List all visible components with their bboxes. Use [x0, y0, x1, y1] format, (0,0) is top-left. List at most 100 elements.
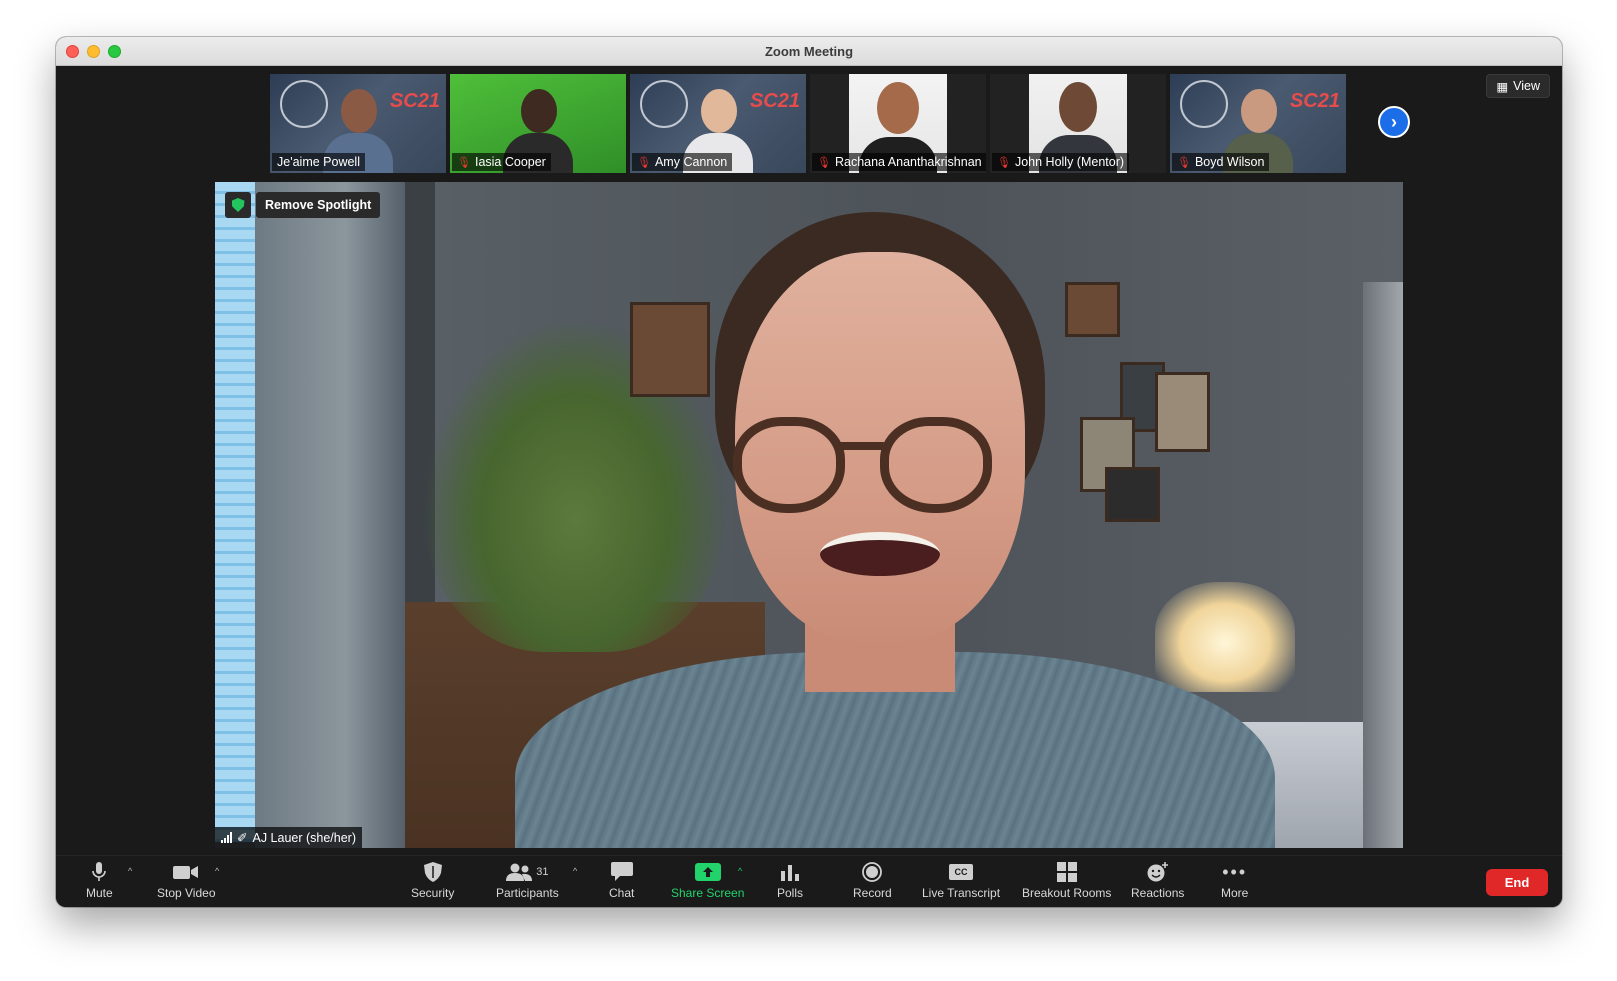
participant-name: John Holly (Mentor) [1014, 155, 1125, 169]
grid-view-icon: ▦ [1496, 79, 1509, 94]
more-button[interactable]: ••• More [1221, 861, 1249, 901]
speaker-mouth [820, 532, 940, 576]
video-lamp [1155, 582, 1295, 692]
video-doorframe [1363, 282, 1403, 848]
participant-name: Boyd Wilson [1194, 155, 1265, 169]
view-button[interactable]: ▦ View [1486, 74, 1550, 98]
security-label: Security [411, 886, 455, 900]
microphone-icon [92, 862, 107, 882]
stop-video-label: Stop Video [157, 886, 216, 900]
breakout-rooms-label: Breakout Rooms [1022, 886, 1112, 900]
speaker-glasses [733, 417, 845, 513]
share-options-caret[interactable]: ^ [738, 866, 742, 876]
hackathon-logo [640, 80, 688, 128]
sc21-logo: SC21 [1289, 90, 1340, 112]
video-options-caret[interactable]: ^ [215, 866, 219, 876]
video-wall-frame [630, 302, 710, 397]
participant-tile[interactable]: SC21 Je'aime Powell [270, 74, 446, 173]
gallery-strip: SC21 Je'aime Powell 🎙︎ Iasia Cooper SC21… [270, 74, 1346, 173]
video-cabinet [255, 182, 405, 848]
participants-icon: 31 [506, 862, 548, 882]
hackathon-logo [1180, 80, 1228, 128]
participants-count: 31 [536, 866, 549, 878]
spotlight-speaker-name: AJ Lauer (she/her) [252, 830, 357, 845]
share-screen-button[interactable]: Share Screen [671, 862, 744, 900]
muted-mic-icon: 🎙︎ [817, 156, 831, 169]
participant-tile[interactable]: SC21 🎙︎ Boyd Wilson [1170, 74, 1346, 173]
record-label: Record [853, 886, 892, 900]
participant-name-tag: 🎙︎ Rachana Ananthakrishnan [812, 153, 986, 171]
sc21-logo: SC21 [749, 90, 800, 112]
meeting-stage: SC21 Je'aime Powell 🎙︎ Iasia Cooper SC21… [56, 66, 1562, 855]
muted-mic-icon: 🎙︎ [457, 156, 471, 169]
mute-label: Mute [86, 886, 113, 900]
participant-tile[interactable]: 🎙︎ Rachana Ananthakrishnan [810, 74, 986, 173]
more-label: More [1221, 886, 1249, 900]
window-title: Zoom Meeting [764, 43, 854, 59]
participants-options-caret[interactable]: ^ [573, 866, 577, 876]
participant-name: Amy Cannon [654, 155, 728, 169]
close-window-button[interactable] [66, 45, 79, 58]
video-wall-frame [1065, 282, 1120, 337]
muted-mic-icon: 🎙︎ [1177, 156, 1191, 169]
participant-tile[interactable]: 🎙︎ John Holly (Mentor) [990, 74, 1166, 173]
video-wall-frame [1155, 372, 1210, 452]
participant-name: Rachana Ananthakrishnan [834, 155, 982, 169]
speaker-glasses [880, 417, 992, 513]
chat-label: Chat [609, 886, 635, 900]
participant-name-tag: 🎙︎ Amy Cannon [632, 153, 733, 171]
cc-icon-text: CC [949, 864, 974, 880]
reactions-button[interactable]: Reactions [1131, 862, 1184, 900]
participants-label: Participants [496, 886, 559, 900]
end-meeting-button[interactable]: End [1486, 869, 1548, 896]
chat-bubble-icon [610, 862, 633, 882]
participant-name-tag: 🎙︎ John Holly (Mentor) [992, 153, 1130, 171]
breakout-rooms-icon [1056, 862, 1077, 882]
spotlight-video: Remove Spotlight ✐ AJ Lauer (she/her) [215, 182, 1403, 848]
title-bar: Zoom Meeting [56, 37, 1562, 66]
participants-button[interactable]: 31 Participants [496, 862, 559, 900]
next-page-button[interactable]: › [1378, 106, 1410, 138]
shield-icon [423, 862, 442, 882]
security-button[interactable]: Security [411, 862, 454, 900]
minimize-window-button[interactable] [87, 45, 100, 58]
breakout-rooms-button[interactable]: Breakout Rooms [1022, 862, 1111, 900]
window-controls [66, 45, 121, 58]
view-button-label: View [1513, 79, 1540, 93]
maximize-window-button[interactable] [108, 45, 121, 58]
share-screen-label: Share Screen [671, 886, 745, 900]
video-window-blinds [215, 182, 255, 842]
record-button[interactable]: Record [853, 862, 892, 900]
participant-tile[interactable]: 🎙︎ Iasia Cooper [450, 74, 626, 173]
bar-chart-icon [781, 862, 799, 882]
audio-options-caret[interactable]: ^ [128, 866, 132, 876]
video-wall-frame [1105, 467, 1160, 522]
participant-name-tag: 🎙︎ Iasia Cooper [452, 153, 551, 171]
spotlight-shield-icon [225, 192, 251, 218]
closed-caption-icon: CC [949, 862, 974, 882]
polls-button[interactable]: Polls [777, 862, 803, 900]
polls-label: Polls [777, 886, 804, 900]
participant-name-tag: Je'aime Powell [272, 153, 365, 171]
share-screen-icon [694, 862, 721, 882]
participant-name: Je'aime Powell [277, 155, 360, 169]
meeting-controls-toolbar: Mute ^ Stop Video ^ Security 31 Particip… [56, 855, 1562, 907]
remove-spotlight-button[interactable]: Remove Spotlight [256, 192, 381, 218]
sc21-logo: SC21 [389, 90, 440, 112]
live-transcript-button[interactable]: CC Live Transcript [922, 862, 1000, 900]
mute-button[interactable]: Mute [86, 862, 113, 900]
chat-button[interactable]: Chat [609, 862, 634, 900]
muted-mic-icon: 🎙︎ [637, 156, 651, 169]
spotlight-name-tag: ✐ AJ Lauer (she/her) [215, 827, 363, 848]
hackathon-logo [280, 80, 328, 128]
stop-video-button[interactable]: Stop Video [157, 862, 216, 900]
speaker-glasses-bridge [837, 442, 887, 450]
participant-name: Iasia Cooper [474, 155, 546, 169]
muted-mic-icon: 🎙︎ [997, 156, 1011, 169]
record-icon [862, 862, 883, 882]
ellipsis-icon: ••• [1222, 861, 1248, 882]
signal-strength-icon [221, 832, 232, 843]
reactions-label: Reactions [1131, 886, 1185, 900]
participant-tile[interactable]: SC21 🎙︎ Amy Cannon [630, 74, 806, 173]
chevron-right-icon: › [1391, 111, 1397, 132]
